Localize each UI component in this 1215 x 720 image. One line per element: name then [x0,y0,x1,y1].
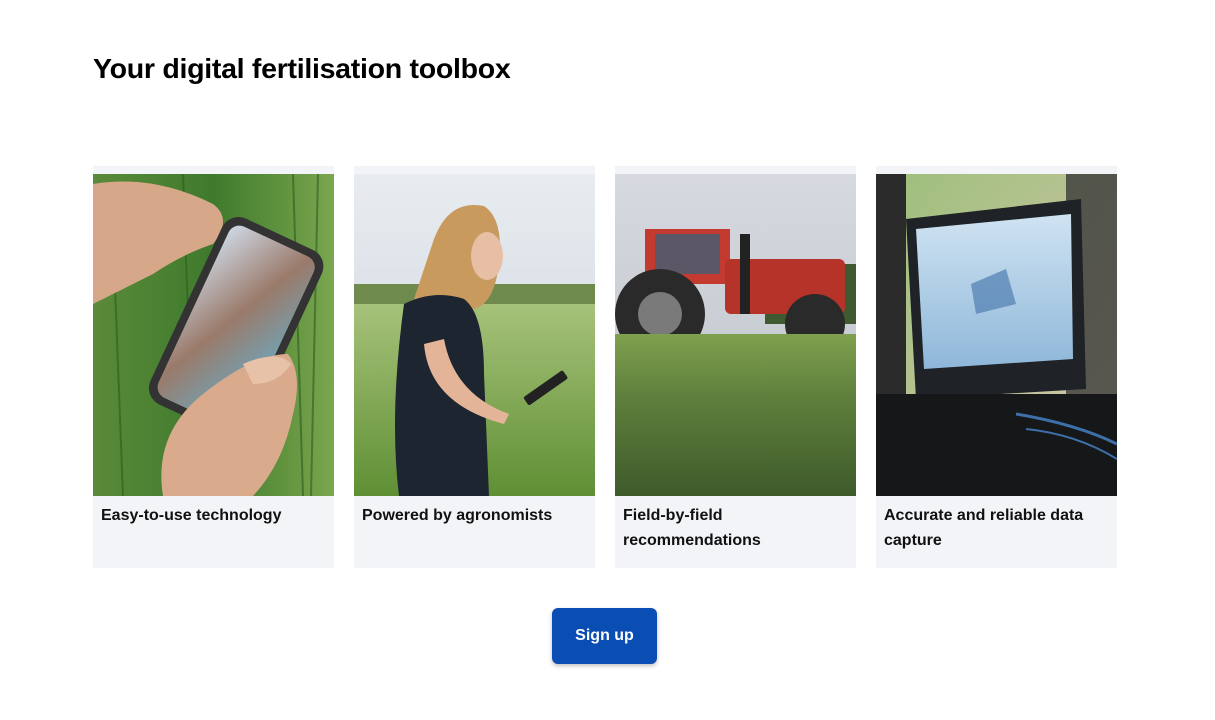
smartphone-photo [93,174,334,496]
page: Your digital fertilisation toolbox Easy-… [0,0,1215,720]
terminal-photo [876,174,1117,496]
tractor-photo [615,174,856,496]
feature-card-data-capture[interactable]: Accurate and reliable data capture [876,166,1117,568]
card-caption: Accurate and reliable data capture [884,507,1084,549]
feature-cards: Easy-to-use technology Powered by agrono… [93,166,1117,568]
feature-card-field-by-field[interactable]: Field-by-field recommendations [615,166,856,568]
feature-card-agronomists[interactable]: Powered by agronomists [354,166,595,568]
section-title: Your digital fertilisation toolbox [93,53,511,84]
card-caption: Easy-to-use technology [101,507,282,524]
card-caption: Field-by-field recommendations [623,507,761,549]
feature-card-easy-to-use[interactable]: Easy-to-use technology [93,166,334,568]
sign-up-button[interactable]: Sign up [552,608,657,664]
card-caption: Powered by agronomists [362,507,553,524]
agronomist-photo [354,174,595,496]
